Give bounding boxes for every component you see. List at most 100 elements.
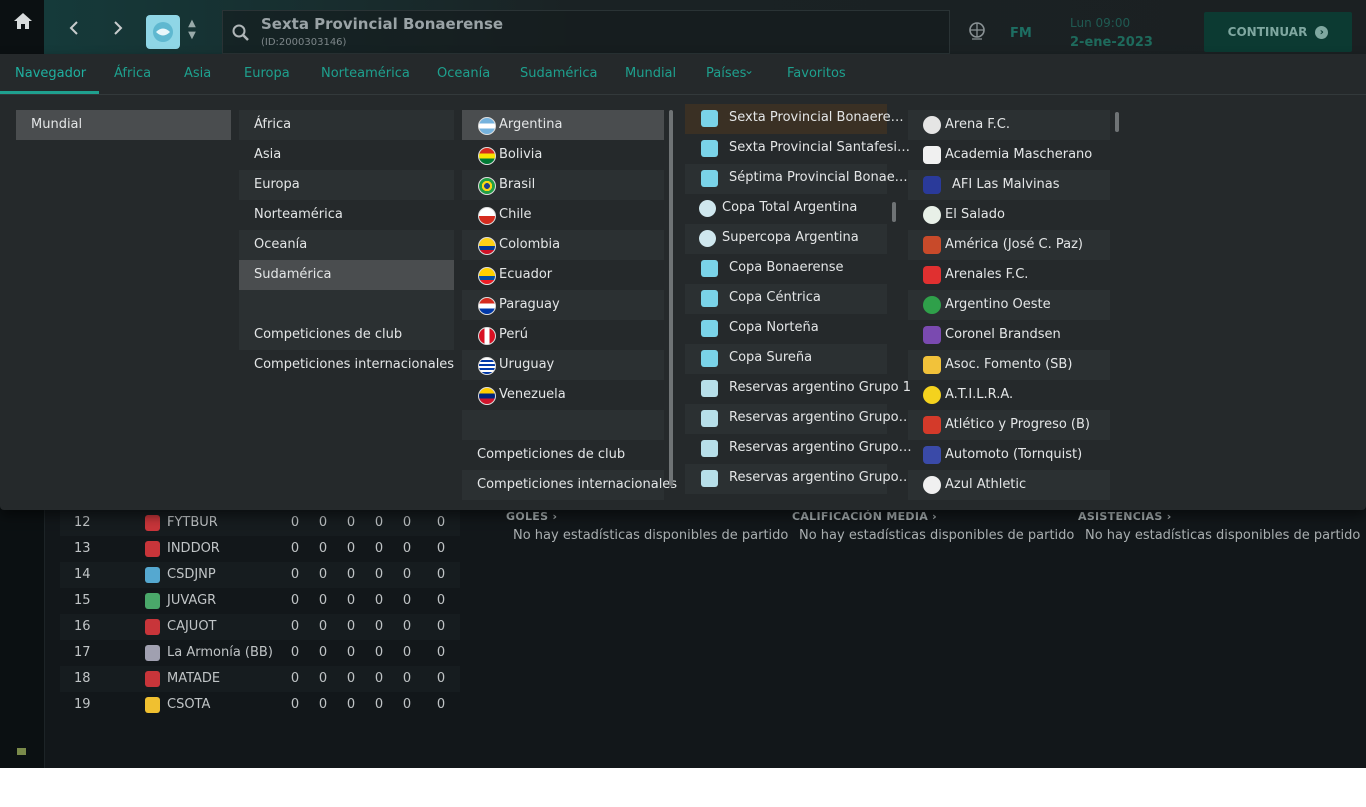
item-label: Brasil: [499, 177, 536, 192]
link-competiciones-internacionales[interactable]: Competiciones internacionales: [462, 470, 677, 500]
row-club-name[interactable]: CSOTA: [167, 697, 210, 712]
country-bolivia[interactable]: Bolivia: [462, 140, 664, 170]
back-arrow-icon[interactable]: [64, 18, 84, 38]
continue-button[interactable]: CONTINUAR ›: [1204, 12, 1352, 52]
competition-item[interactable]: Sexta Provincial Santafesi…: [685, 134, 910, 164]
table-row[interactable]: 14 CSDJNP 0 0 0 0 0 0: [60, 562, 460, 588]
country-paraguay[interactable]: Paraguay: [462, 290, 664, 320]
row-club-name[interactable]: INDDOR: [167, 541, 220, 556]
row-stat: 0: [374, 541, 384, 556]
club-scrollbar[interactable]: [1115, 112, 1119, 132]
competition-item[interactable]: Copa Norteña: [685, 314, 887, 344]
competition-item[interactable]: Reservas argentino Grupo 1: [685, 374, 911, 404]
rating-title[interactable]: CALIFICACIÓN MEDIA ›: [792, 510, 1062, 523]
tab-paises[interactable]: Países: [706, 66, 746, 81]
competition-scrollbar[interactable]: [892, 202, 896, 222]
country-argentina[interactable]: Argentina: [462, 110, 664, 140]
competition-item[interactable]: Copa Sureña: [685, 344, 887, 374]
club-atletico-y-progreso-b[interactable]: Atlético y Progreso (B): [908, 410, 1110, 440]
competition-item[interactable]: Séptima Provincial Bonae…: [685, 164, 908, 194]
table-row[interactable]: 18 MATADE 0 0 0 0 0 0: [60, 666, 460, 692]
table-row[interactable]: 19 CSOTA 0 0 0 0 0 0: [60, 692, 460, 718]
club-afi-las-malvinas[interactable]: AFI Las Malvinas: [908, 170, 1110, 200]
row-club-name[interactable]: MATADE: [167, 671, 220, 686]
table-row[interactable]: 16 CAJUOT 0 0 0 0 0 0: [60, 614, 460, 640]
club-a-t-i-l-r-a[interactable]: A.T.I.L.R.A.: [908, 380, 1110, 410]
table-row[interactable]: 15 JUVAGR 0 0 0 0 0 0: [60, 588, 460, 614]
table-row[interactable]: 17 La Armonía (BB) 0 0 0 0 0 0: [60, 640, 460, 666]
country-venezuela[interactable]: Venezuela: [462, 380, 664, 410]
competition-item[interactable]: Copa Céntrica: [685, 284, 887, 314]
search-box[interactable]: Sexta Provincial Bonaerense (ID:20003031…: [222, 10, 950, 54]
tab-navegador[interactable]: Navegador: [15, 66, 86, 81]
country-uruguay[interactable]: Uruguay: [462, 350, 664, 380]
tab-asia[interactable]: Asia: [184, 66, 211, 81]
club-azul-athletic[interactable]: Azul Athletic: [908, 470, 1110, 500]
continent-oceania[interactable]: Oceanía: [239, 230, 454, 260]
row-stat: 0: [346, 697, 356, 712]
country-ecuador[interactable]: Ecuador: [462, 260, 664, 290]
club-automoto-tornquist[interactable]: Automoto (Tornquist): [908, 440, 1110, 470]
continent-europa[interactable]: Europa: [239, 170, 454, 200]
table-row[interactable]: 12 FYTBUR 0 0 0 0 0 0: [60, 510, 460, 536]
link-competiciones-de-club[interactable]: Competiciones de club: [462, 440, 664, 470]
item-label: Sudamérica: [254, 267, 332, 282]
assists-title[interactable]: ASISTENCIAS ›: [1078, 510, 1348, 523]
globe-icon[interactable]: [966, 20, 988, 42]
country-peru[interactable]: Perú: [462, 320, 664, 350]
competition-item[interactable]: Supercopa Argentina: [685, 224, 887, 254]
forward-arrow-icon[interactable]: [108, 18, 128, 38]
club-coronel-brandsen[interactable]: Coronel Brandsen: [908, 320, 1110, 350]
continent-norteamerica[interactable]: Norteamérica: [239, 200, 454, 230]
row-club-name[interactable]: La Armonía (BB): [167, 645, 273, 660]
competition-item[interactable]: Copa Bonaerense: [685, 254, 887, 284]
club-america-jose-c-paz[interactable]: América (José C. Paz): [908, 230, 1110, 260]
continent-asia[interactable]: Asia: [239, 140, 454, 170]
competition-item[interactable]: Reservas argentino Grupo…: [685, 404, 912, 434]
search-icon[interactable]: [231, 23, 251, 43]
tab-norteamerica[interactable]: Norteamérica: [321, 66, 410, 81]
link-competiciones-internacionales[interactable]: Competiciones internacionales: [239, 350, 454, 380]
competition-item[interactable]: Sexta Provincial Bonaere…: [685, 104, 904, 134]
item-label: Norteamérica: [254, 207, 343, 222]
club-arena-f-c[interactable]: Arena F.C.: [908, 110, 1110, 140]
club-crest-icon: [145, 593, 160, 609]
tab-sudamerica[interactable]: Sudamérica: [520, 66, 597, 81]
club-arenales-f-c[interactable]: Arenales F.C.: [908, 260, 1110, 290]
row-club-name[interactable]: CSDJNP: [167, 567, 216, 582]
competition-logo[interactable]: [146, 15, 180, 49]
competition-item[interactable]: Reservas argentino Grupo…: [685, 434, 912, 464]
club-asoc-fomento-sb[interactable]: Asoc. Fomento (SB): [908, 350, 1110, 380]
country-colombia[interactable]: Colombia: [462, 230, 664, 260]
club-argentino-oeste[interactable]: Argentino Oeste: [908, 290, 1110, 320]
row-club-name[interactable]: FYTBUR: [167, 515, 218, 530]
row-club-name[interactable]: JUVAGR: [167, 593, 216, 608]
row-club-name[interactable]: CAJUOT: [167, 619, 217, 634]
item-label: Séptima Provincial Bonae…: [729, 170, 908, 185]
competition-logo-icon: [701, 440, 718, 457]
country-brasil[interactable]: Brasil: [462, 170, 664, 200]
country-chile[interactable]: Chile: [462, 200, 664, 230]
tab-favoritos[interactable]: Favoritos: [787, 66, 846, 81]
competition-item[interactable]: Copa Total Argentina: [685, 194, 887, 224]
switch-competition-icon[interactable]: ▲ ▼: [186, 18, 198, 46]
tab-europa[interactable]: Europa: [244, 66, 290, 81]
scope-mundial[interactable]: Mundial: [16, 110, 231, 140]
item-label: Reservas argentino Grupo 1: [729, 380, 911, 395]
tab-africa[interactable]: África: [114, 66, 151, 81]
tab-mundial[interactable]: Mundial: [625, 66, 676, 81]
goals-title[interactable]: GOLES ›: [506, 510, 776, 523]
item-label: Competiciones de club: [254, 327, 403, 342]
table-row[interactable]: 13 INDDOR 0 0 0 0 0 0: [60, 536, 460, 562]
continent-africa[interactable]: África: [239, 110, 454, 140]
continent-sudamerica[interactable]: Sudamérica: [239, 260, 454, 290]
country-scrollbar[interactable]: [669, 110, 673, 486]
item-label: Uruguay: [499, 357, 555, 372]
link-competiciones-de-club[interactable]: Competiciones de club: [239, 320, 454, 350]
competition-item[interactable]: Reservas argentino Grupo…: [685, 464, 912, 494]
club-academia-mascherano[interactable]: Academia Mascherano: [908, 140, 1110, 170]
item-label: Copa Sureña: [729, 350, 813, 365]
home-icon[interactable]: [12, 10, 34, 32]
club-el-salado[interactable]: El Salado: [908, 200, 1110, 230]
tab-oceania[interactable]: Oceanía: [437, 66, 490, 81]
